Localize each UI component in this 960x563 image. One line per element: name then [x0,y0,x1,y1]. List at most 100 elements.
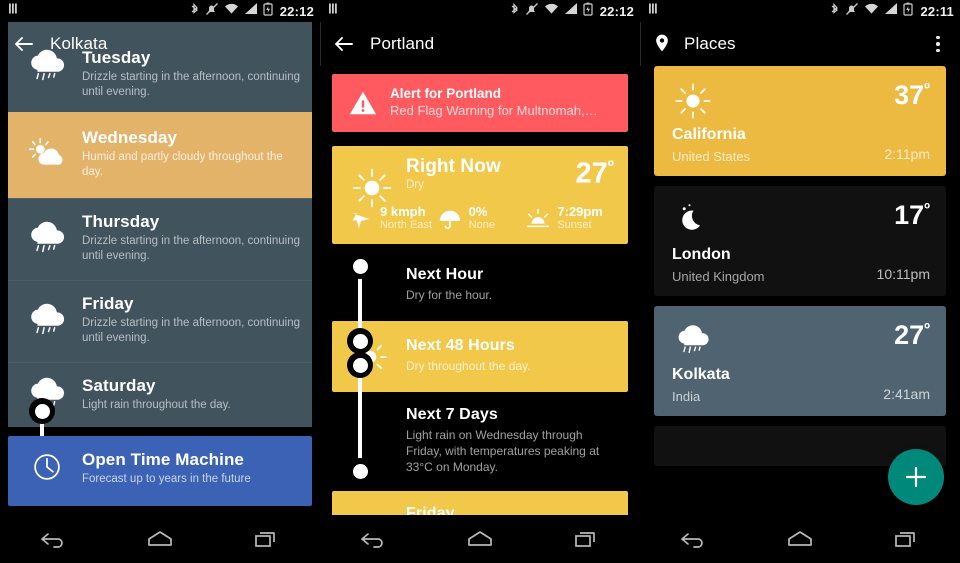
nav-back-icon[interactable] [30,524,76,554]
time-machine-title: Open Time Machine [82,450,244,469]
weather-alert-card[interactable]: Alert for Portland Red Flag Warning for … [332,74,628,132]
right-now-title: Right Now [406,156,501,177]
portland-forecast-body: Alert for Portland Red Flag Warning for … [320,66,640,515]
warning-triangle-icon [348,88,378,118]
page-title: Places [684,34,736,53]
page-title: Kolkata [50,34,108,53]
status-bar-clock: 22:12 [279,3,314,19]
forecast-card-thursday[interactable]: Thursday Drizzle starting in the afterno… [8,198,312,280]
sim-icon [648,2,661,20]
place-city: California [672,126,746,143]
forecast-day: Wednesday [82,128,178,147]
bluetooth-icon [189,2,200,21]
phone-screen-portland: 22:12 Portland Alert for Portland Red Fl… [320,0,640,563]
nav-recents-icon[interactable] [564,524,610,554]
page-title: Portland [370,34,435,53]
timeline-title: Friday [406,505,455,515]
degree-symbol: º [607,157,614,176]
place-card-kolkata[interactable]: 27º Kolkata India 2:41am [654,306,946,416]
sun-cloud-icon [24,132,70,178]
mute-bell-icon [845,2,859,21]
stat-label: None [468,219,495,231]
stat-label: Sunset [557,219,592,231]
status-bar-left [328,2,341,20]
sim-icon [8,2,21,20]
next-hour-card[interactable]: Next Hour Dry for the hour. [332,254,628,321]
nav-home-icon[interactable] [457,524,503,554]
forecast-desc: Drizzle starting in the afternoon, conti… [82,235,300,262]
stat-precipitation: 0% None [437,205,526,232]
place-city: London [672,246,731,263]
timeline-title: Next 7 Days [406,406,498,423]
right-now-card[interactable]: Right Now Dry 27º 9 kmph North East 0% N… [332,146,628,244]
back-arrow-icon[interactable] [332,32,356,56]
nav-back-icon[interactable] [670,524,716,554]
signal-icon [564,2,578,20]
forecast-day: Friday [82,294,134,313]
status-bar: 22:12 [0,0,320,22]
mute-bell-icon [205,2,219,21]
stat-value: 0% [468,204,488,219]
forecast-card-wednesday[interactable]: Wednesday Humid and partly cloudy throug… [8,112,312,198]
nav-recents-icon[interactable] [244,524,290,554]
sun-icon [672,80,714,122]
add-place-button[interactable] [888,449,944,505]
status-bar-right: 22:12 [189,2,314,21]
forecast-card-saturday[interactable]: Saturday Light rain throughout the day. [8,362,312,427]
wifi-icon [544,2,559,20]
nav-home-icon[interactable] [137,524,183,554]
alert-title: Alert for Portland [390,86,502,101]
place-local-time: 2:41am [883,386,930,402]
timeline-desc: Light rain on Wednesday through Friday, … [406,428,600,474]
overflow-menu-icon[interactable] [928,33,948,55]
place-card-california[interactable]: 37º California United States 2:11pm [654,66,946,176]
rain-cloud-icon [24,298,70,344]
places-list: 37º California United States 2:11pm 17º [640,66,960,515]
umbrella-icon [437,206,463,232]
back-arrow-icon[interactable] [12,32,36,56]
bluetooth-icon [829,2,840,21]
forecast-day: Thursday [82,212,160,231]
place-country: United Kingdom [672,269,765,284]
signal-icon [244,2,258,20]
clock-icon [28,448,74,494]
temp-value: 37 [894,80,925,110]
app-bar: Portland [320,22,640,66]
stat-sunset: 7:29pm Sunset [525,205,614,232]
temp-value: 27 [575,157,608,190]
status-bar-left [8,2,21,20]
friday-card[interactable]: Friday [332,491,628,515]
forecast-desc: Humid and partly cloudy throughout the d… [82,151,283,178]
timeline-title: Next Hour [406,266,484,283]
rain-cloud-icon [672,320,714,362]
forecast-desc: Light rain throughout the day. [82,399,231,411]
android-nav-bar [0,515,320,563]
status-bar-clock: 22:11 [920,3,954,19]
timeline-title: Next 48 Hours [406,337,515,354]
status-bar-clock: 22:12 [599,3,634,19]
next-48-hours-card[interactable]: Next 48 Hours Dry throughout the day. [332,321,628,392]
forecast-desc: Drizzle starting in the afternoon, conti… [82,71,300,98]
mute-bell-icon [525,2,539,21]
place-card-london[interactable]: 17º London United Kingdom 10:11pm [654,186,946,296]
rain-cloud-icon [24,372,70,418]
forecast-desc: Drizzle starting in the afternoon, conti… [82,317,300,344]
phone-screen-places: 22:11 Places 37º California United State… [640,0,960,563]
place-temperature: 27º [894,322,930,349]
wifi-icon [864,2,879,20]
signal-icon [884,2,898,20]
nav-recents-icon[interactable] [884,524,930,554]
nav-home-icon[interactable] [777,524,823,554]
open-time-machine-button[interactable]: Open Time Machine Forecast up to years i… [8,436,312,506]
three-phone-screenshots: Tuesday Drizzle starting in the afternoo… [0,0,960,563]
temp-value: 17 [894,200,925,230]
place-temperature: 17º [894,202,930,229]
forecast-card-friday[interactable]: Friday Drizzle starting in the afternoon… [8,280,312,362]
rain-cloud-icon [24,216,70,262]
sun-icon [350,166,394,210]
next-7-days-card[interactable]: Next 7 Days Light rain on Wednesday thro… [332,392,628,491]
nav-back-icon[interactable] [350,524,396,554]
right-now-condition: Dry [406,179,424,191]
temp-value: 27 [894,320,925,350]
time-machine-desc: Forecast up to years in the future [82,473,251,485]
